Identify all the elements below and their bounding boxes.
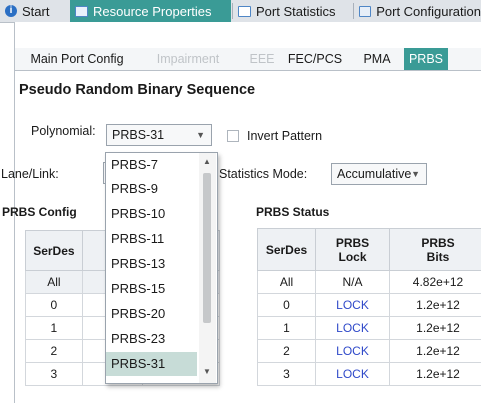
invert-pattern-label: Invert Pattern bbox=[247, 129, 323, 143]
option-prbs-15[interactable]: PRBS-15 bbox=[106, 277, 197, 301]
polynomial-label: Polynomial: bbox=[31, 124, 96, 138]
polynomial-value: PRBS-31 bbox=[112, 128, 165, 142]
bits-cell: 1.2e+12 bbox=[389, 362, 481, 386]
bits-cell: 1.2e+12 bbox=[389, 339, 481, 363]
table-row: 0 LOCK 1.2e+12 bbox=[257, 293, 481, 317]
serdes-cell: 1 bbox=[257, 316, 316, 340]
chevron-down-icon: ▼ bbox=[411, 169, 420, 179]
serdes-cell: 2 bbox=[257, 339, 316, 363]
scroll-up-icon[interactable]: ▲ bbox=[203, 157, 211, 166]
option-prbs-7[interactable]: PRBS-7 bbox=[106, 153, 197, 177]
tab-start[interactable]: i Start bbox=[0, 0, 70, 22]
serdes-cell: 1 bbox=[25, 316, 83, 340]
tab-resource-properties-label: Resource Properties bbox=[93, 3, 212, 19]
bits-cell: 1.2e+12 bbox=[389, 293, 481, 317]
serdes-cell: 0 bbox=[257, 293, 316, 317]
tab-fec-pcs[interactable]: FEC/PCS bbox=[287, 48, 343, 70]
tab-port-statistics-label: Port Statistics bbox=[256, 3, 336, 19]
bits-cell: 4.82e+12 bbox=[389, 270, 481, 294]
dropdown-scrollbar[interactable]: ▲ ▼ bbox=[199, 153, 216, 383]
lock-cell: LOCK bbox=[315, 339, 390, 363]
status-header-serdes: SerDes bbox=[257, 228, 316, 271]
tab-port-statistics[interactable]: Port Statistics bbox=[233, 0, 353, 22]
lock-cell: LOCK bbox=[315, 293, 390, 317]
serdes-cell: 3 bbox=[25, 362, 83, 386]
serdes-cell: 2 bbox=[25, 339, 83, 363]
option-prbs-23[interactable]: PRBS-23 bbox=[106, 327, 197, 351]
serdes-cell: 3 bbox=[257, 362, 316, 386]
statistics-mode-value: Accumulative bbox=[337, 167, 412, 181]
top-tab-strip: i Start Resource Properties Port Statist… bbox=[0, 0, 481, 23]
bits-cell: 1.2e+12 bbox=[389, 316, 481, 340]
resource-properties-panel: Main Port Config Impairment EEE FEC/PCS … bbox=[1, 22, 481, 403]
configuration-icon bbox=[359, 5, 372, 17]
table-row: 3 LOCK 1.2e+12 bbox=[257, 362, 481, 386]
lock-cell: N/A bbox=[315, 270, 390, 294]
tab-impairment[interactable]: Impairment bbox=[149, 48, 227, 70]
lock-cell: LOCK bbox=[315, 316, 390, 340]
status-header-lock: PRBS Lock bbox=[315, 228, 390, 271]
tab-main-port-config[interactable]: Main Port Config bbox=[21, 48, 133, 70]
option-prbs-10[interactable]: PRBS-10 bbox=[106, 202, 197, 226]
table-row: All N/A 4.82e+12 bbox=[257, 270, 481, 294]
statistics-icon bbox=[238, 5, 251, 17]
option-prbs-31[interactable]: PRBS-31 bbox=[106, 352, 197, 376]
tab-eee[interactable]: EEE bbox=[246, 48, 278, 70]
invert-pattern-checkbox[interactable] bbox=[227, 130, 239, 142]
option-prbs-9[interactable]: PRBS-9 bbox=[106, 177, 197, 201]
tab-start-label: Start bbox=[22, 3, 50, 19]
polynomial-dropdown-list: PRBS-7 PRBS-9 PRBS-10 PRBS-11 PRBS-13 PR… bbox=[105, 152, 218, 384]
polynomial-select[interactable]: PRBS-31 ▼ bbox=[106, 124, 212, 146]
table-row: 1 LOCK 1.2e+12 bbox=[257, 316, 481, 340]
tab-port-configuration[interactable]: Port Configuration bbox=[354, 0, 481, 22]
properties-icon bbox=[75, 5, 88, 17]
scroll-down-icon[interactable]: ▼ bbox=[203, 367, 211, 376]
lane-link-label: Lane/Link: bbox=[1, 167, 59, 181]
prbs-config-title: PRBS Config bbox=[2, 205, 77, 219]
statistics-mode-label: Statistics Mode: bbox=[219, 167, 308, 181]
prbs-status-table: SerDes PRBS Lock PRBS Bits All N/A 4.82e… bbox=[257, 228, 481, 386]
option-prbs-20[interactable]: PRBS-20 bbox=[106, 302, 197, 326]
tab-port-configuration-label: Port Configuration bbox=[376, 3, 481, 19]
page-title: Pseudo Random Binary Sequence bbox=[19, 82, 256, 98]
option-prbs-11[interactable]: PRBS-11 bbox=[106, 227, 197, 251]
statistics-mode-select[interactable]: Accumulative ▼ bbox=[331, 163, 427, 185]
chevron-down-icon: ▼ bbox=[196, 130, 205, 140]
prbs-config-header-serdes: SerDes bbox=[25, 230, 83, 271]
serdes-cell: 0 bbox=[25, 293, 83, 317]
tab-resource-properties[interactable]: Resource Properties bbox=[70, 0, 231, 22]
scrollbar-thumb[interactable] bbox=[203, 173, 211, 323]
serdes-cell: All bbox=[257, 270, 316, 294]
lock-cell: LOCK bbox=[315, 362, 390, 386]
sub-tab-strip: Main Port Config Impairment EEE FEC/PCS … bbox=[15, 48, 481, 71]
serdes-cell: All bbox=[25, 270, 83, 294]
option-prbs-13[interactable]: PRBS-13 bbox=[106, 252, 197, 276]
prbs-status-title: PRBS Status bbox=[256, 205, 330, 219]
table-row: 2 LOCK 1.2e+12 bbox=[257, 339, 481, 363]
tab-pma[interactable]: PMA bbox=[357, 48, 397, 70]
info-icon: i bbox=[5, 5, 17, 17]
status-header-bits: PRBS Bits bbox=[389, 228, 481, 271]
tab-prbs[interactable]: PRBS bbox=[404, 48, 448, 70]
